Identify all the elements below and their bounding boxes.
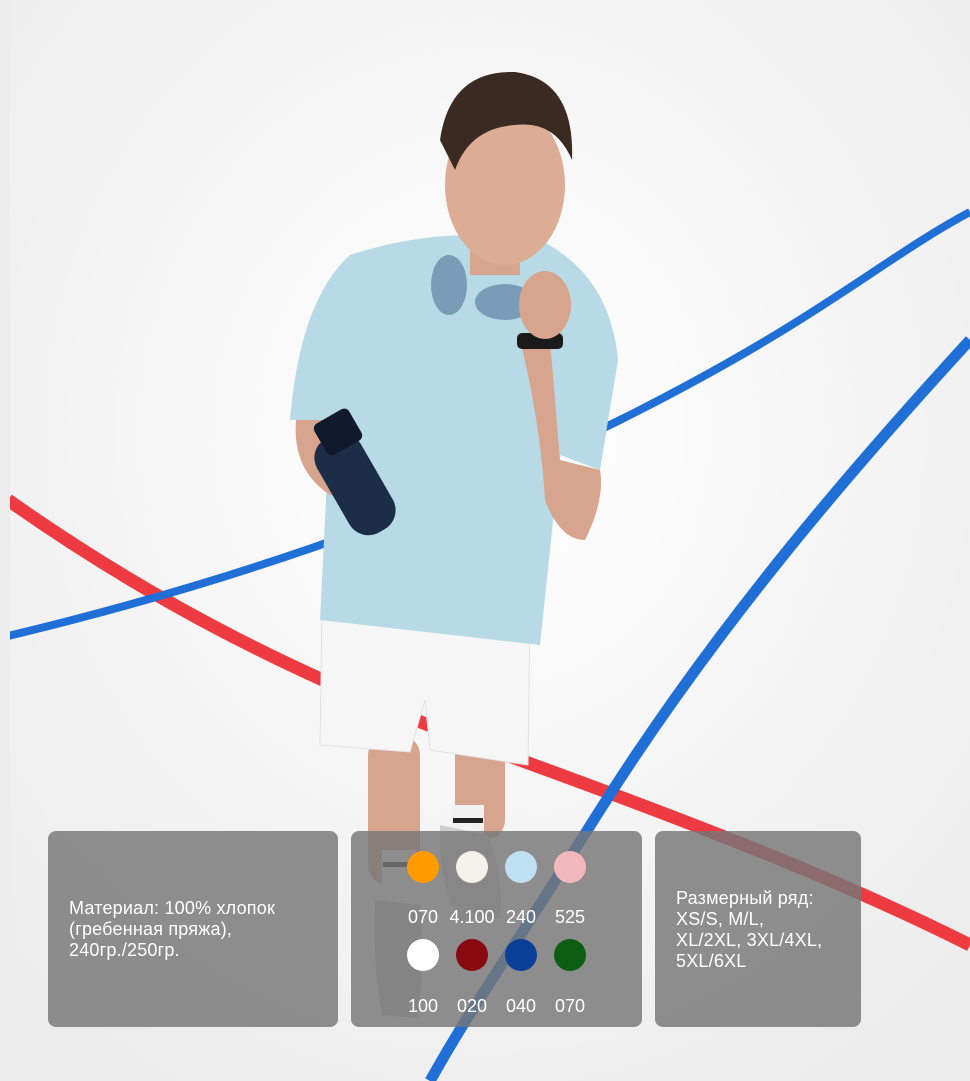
material-text: Материал: 100% хлопок (гребенная пряжа),… (69, 898, 276, 960)
color-swatch[interactable] (554, 851, 586, 883)
color-options-card: 070 4.100 240 525 100 020 040 070 (351, 831, 642, 1027)
color-swatch[interactable] (456, 851, 488, 883)
material-info-card: Материал: 100% хлопок (гребенная пряжа),… (48, 831, 338, 1027)
color-swatch[interactable] (407, 851, 439, 883)
color-swatch[interactable] (407, 939, 439, 971)
left-edge-strip (0, 0, 10, 1081)
color-swatch[interactable] (554, 939, 586, 971)
sizes-text: Размерный ряд: XS/S, M/L, XL/2XL, 3XL/4X… (676, 888, 823, 971)
color-swatch[interactable] (456, 939, 488, 971)
color-code: 070 (554, 996, 586, 1016)
color-swatch[interactable] (505, 939, 537, 971)
color-code: 525 (554, 907, 586, 927)
color-swatch[interactable] (505, 851, 537, 883)
sizes-info-card: Размерный ряд: XS/S, M/L, XL/2XL, 3XL/4X… (655, 831, 861, 1027)
